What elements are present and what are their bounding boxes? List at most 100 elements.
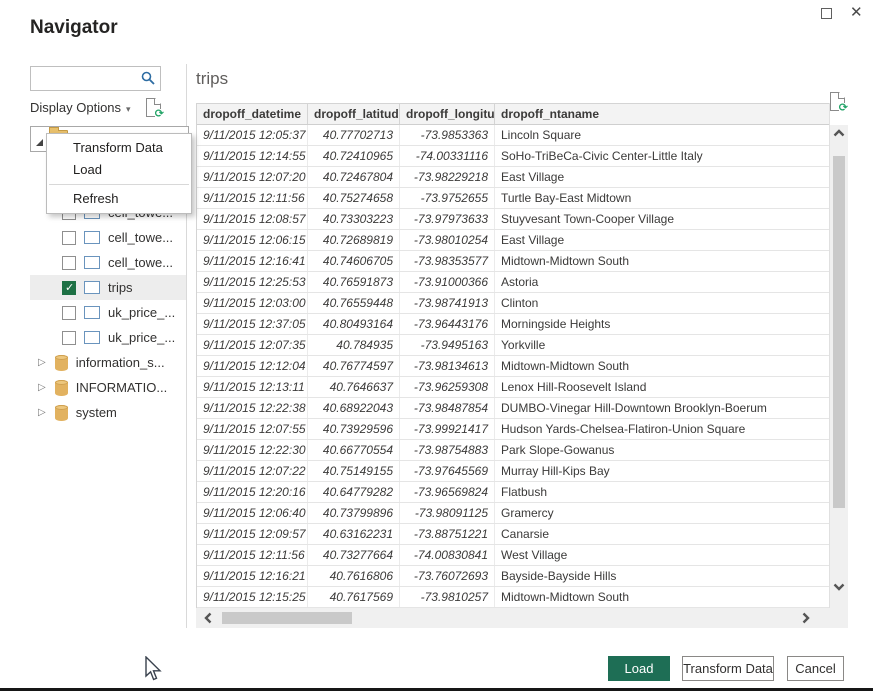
table-cell: 9/11/2015 12:08:57 AM xyxy=(197,209,308,229)
context-menu: Transform DataLoad Refresh xyxy=(46,133,192,214)
table-cell: 40.74606705 xyxy=(308,251,400,271)
table-cell: Canarsie xyxy=(495,524,831,544)
table-cell: 9/11/2015 12:06:40 AM xyxy=(197,503,308,523)
table-row: 9/11/2015 12:22:30 AM40.66770554-73.9875… xyxy=(197,440,829,461)
load-button[interactable]: Load xyxy=(608,656,670,681)
table-cell: Midtown-Midtown South xyxy=(495,587,831,607)
table-cell: -73.96259308 xyxy=(400,377,495,397)
table-cell: 40.72467804 xyxy=(308,167,400,187)
table-cell: 9/11/2015 12:09:57 AM xyxy=(197,524,308,544)
table-cell: 40.66770554 xyxy=(308,440,400,460)
search-box[interactable] xyxy=(30,66,161,91)
table-icon xyxy=(84,331,100,344)
horizontal-scrollbar[interactable] xyxy=(196,608,830,628)
scroll-left-icon[interactable] xyxy=(204,612,212,624)
tree-collapsed-icon[interactable]: ▷ xyxy=(38,357,46,368)
table-icon xyxy=(84,231,100,244)
table-cell: 9/11/2015 12:06:15 AM xyxy=(197,230,308,250)
tree-item-system[interactable]: ▷system xyxy=(30,400,186,425)
table-cell: 40.7646637 xyxy=(308,377,400,397)
table-cell: 9/11/2015 12:03:00 AM xyxy=(197,293,308,313)
checkbox-unchecked[interactable] xyxy=(62,231,76,245)
table-cell: Midtown-Midtown South xyxy=(495,251,831,271)
database-icon xyxy=(55,405,68,421)
table-cell: 40.76559448 xyxy=(308,293,400,313)
column-header-dropoff-longitude[interactable]: dropoff_longitude xyxy=(400,104,495,124)
table-cell: 9/11/2015 12:37:05 AM xyxy=(197,314,308,334)
horizontal-scroll-thumb[interactable] xyxy=(222,612,352,624)
refresh-preview-icon[interactable]: ⟳ xyxy=(830,92,845,111)
tree-collapsed-icon[interactable]: ▷ xyxy=(38,407,46,418)
transform-data-button[interactable]: Transform Data xyxy=(682,656,774,681)
table-cell: 9/11/2015 12:05:37 AM xyxy=(197,125,308,145)
table-cell: -73.99921417 xyxy=(400,419,495,439)
tree-item-informatio[interactable]: ▷INFORMATIO... xyxy=(30,375,186,400)
table-row: 9/11/2015 12:06:40 AM40.73799896-73.9809… xyxy=(197,503,829,524)
close-icon: ✕ xyxy=(850,4,863,21)
menu-item-load[interactable]: Load xyxy=(47,159,191,181)
table-row: 9/11/2015 12:20:16 AM40.64779282-73.9656… xyxy=(197,482,829,503)
tree-item-label: trips xyxy=(108,280,133,295)
table-cell: 40.73277664 xyxy=(308,545,400,565)
tree-expanded-icon[interactable] xyxy=(36,139,43,146)
table-cell: 9/11/2015 12:13:11 AM xyxy=(197,377,308,397)
tree-item-cell-towe[interactable]: cell_towe... xyxy=(30,225,186,250)
checkbox-unchecked[interactable] xyxy=(62,331,76,345)
checkbox-checked[interactable] xyxy=(62,281,76,295)
cancel-button[interactable]: Cancel xyxy=(787,656,844,681)
column-header-dropoff-ntaname[interactable]: dropoff_ntaname xyxy=(495,104,831,124)
maximize-button[interactable] xyxy=(818,6,834,22)
table-row: 9/11/2015 12:07:22 AM40.75149155-73.9764… xyxy=(197,461,829,482)
table-cell: 9/11/2015 12:11:56 AM xyxy=(197,545,308,565)
vertical-scroll-thumb[interactable] xyxy=(833,156,845,508)
table-cell: Bayside-Bayside Hills xyxy=(495,566,831,586)
refresh-source-icon[interactable]: ⟳ xyxy=(146,98,161,117)
table-cell: 9/11/2015 12:15:25 AM xyxy=(197,587,308,607)
menu-item-refresh[interactable]: Refresh xyxy=(47,188,191,210)
table-row: 9/11/2015 12:11:56 AM40.75274658-73.9752… xyxy=(197,188,829,209)
tree-item-uk-price[interactable]: uk_price_... xyxy=(30,325,186,350)
column-header-dropoff-latitude[interactable]: dropoff_latitude xyxy=(308,104,400,124)
checkbox-unchecked[interactable] xyxy=(62,256,76,270)
scroll-down-icon[interactable] xyxy=(833,583,845,591)
page-fold xyxy=(155,98,161,104)
tree-item-cell-towe[interactable]: cell_towe... xyxy=(30,250,186,275)
table-cell: 40.77702713 xyxy=(308,125,400,145)
preview-data-table: dropoff_datetimedropoff_latitudedropoff_… xyxy=(196,103,830,608)
tree-collapsed-icon[interactable]: ▷ xyxy=(38,382,46,393)
display-options-dropdown[interactable]: Display Options▾ xyxy=(30,100,131,115)
column-header-dropoff-datetime[interactable]: dropoff_datetime xyxy=(197,104,308,124)
search-icon[interactable] xyxy=(141,71,155,90)
menu-item-transform-data[interactable]: Transform Data xyxy=(47,137,191,159)
checkbox-unchecked[interactable] xyxy=(62,306,76,320)
table-cell: 40.75149155 xyxy=(308,461,400,481)
tree-item-uk-price[interactable]: uk_price_... xyxy=(30,300,186,325)
tree-item-label: cell_towe... xyxy=(108,230,173,245)
table-cell: -73.91000366 xyxy=(400,272,495,292)
table-cell: Murray Hill-Kips Bay xyxy=(495,461,831,481)
table-row: 9/11/2015 12:08:57 AM40.73303223-73.9797… xyxy=(197,209,829,230)
table-cell: -73.98754883 xyxy=(400,440,495,460)
table-cell: 9/11/2015 12:16:41 AM xyxy=(197,251,308,271)
table-cell: 9/11/2015 12:07:22 AM xyxy=(197,461,308,481)
table-row: 9/11/2015 12:03:00 AM40.76559448-73.9874… xyxy=(197,293,829,314)
scroll-up-icon[interactable] xyxy=(833,129,845,137)
scroll-right-icon[interactable] xyxy=(802,612,810,624)
table-cell: East Village xyxy=(495,230,831,250)
table-cell: -73.96443176 xyxy=(400,314,495,334)
navigator-tree: cell_towe...cell_towe...cell_towe...trip… xyxy=(30,200,186,425)
tree-item-trips[interactable]: trips xyxy=(30,275,186,300)
table-cell: 40.68922043 xyxy=(308,398,400,418)
table-row: 9/11/2015 12:05:37 AM40.77702713-73.9853… xyxy=(197,125,829,146)
table-cell: 9/11/2015 12:25:53 AM xyxy=(197,272,308,292)
table-cell: 9/11/2015 12:14:55 AM xyxy=(197,146,308,166)
search-input[interactable] xyxy=(31,67,135,90)
tree-item-information-s[interactable]: ▷information_s... xyxy=(30,350,186,375)
refresh-arrows-icon: ⟳ xyxy=(839,103,848,114)
table-cell: Stuyvesant Town-Cooper Village xyxy=(495,209,831,229)
table-cell: Midtown-Midtown South xyxy=(495,356,831,376)
close-button[interactable]: ✕ xyxy=(850,3,863,21)
vertical-scrollbar[interactable] xyxy=(830,125,848,628)
table-cell: 40.73799896 xyxy=(308,503,400,523)
table-cell: Clinton xyxy=(495,293,831,313)
